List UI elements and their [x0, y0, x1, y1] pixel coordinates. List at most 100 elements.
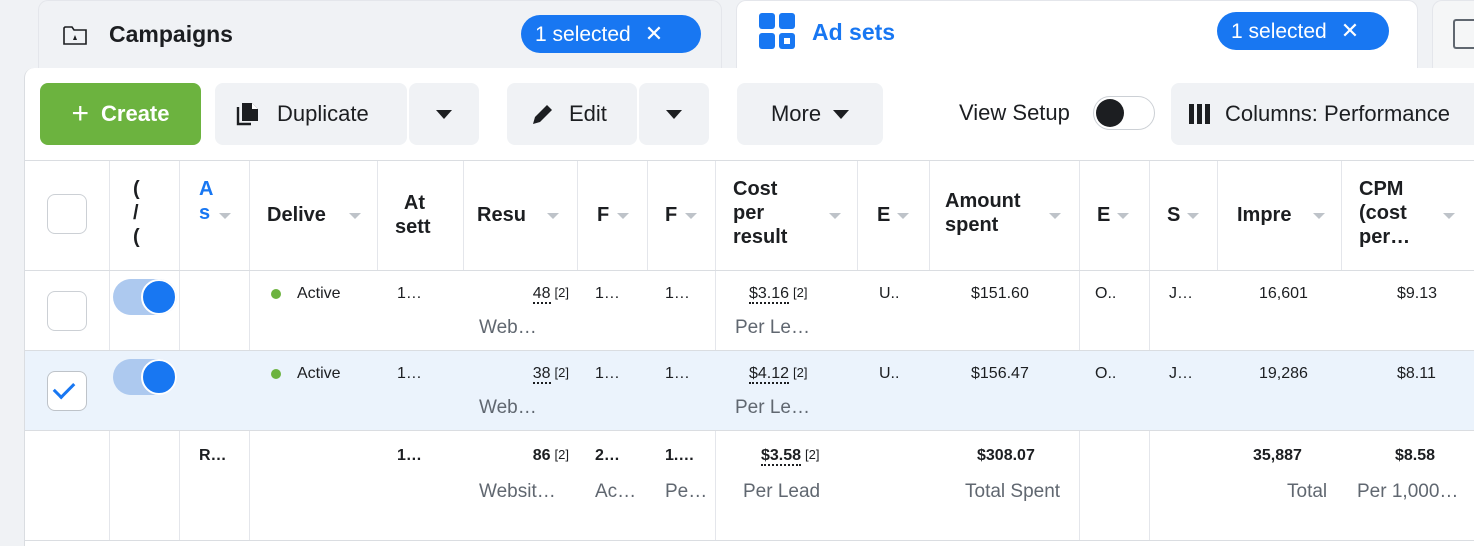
totals-frequency: 1.… — [665, 447, 695, 464]
duplicate-button[interactable]: Duplicate — [215, 83, 407, 145]
edit-dropdown-button[interactable] — [639, 83, 709, 145]
pencil-icon — [533, 105, 552, 124]
delivery-status: Active — [271, 285, 341, 303]
attribution-value: 1… — [397, 285, 422, 302]
totals-attribution: 1… — [397, 447, 422, 464]
header-amount-spent[interactable]: Amount spent — [945, 189, 1021, 237]
totals-results-type: Websit… — [479, 481, 556, 502]
active-dot-icon — [271, 368, 281, 379]
ad-sets-selected-pill[interactable]: 1 selected ✕ — [1217, 12, 1389, 50]
sort-icon — [1313, 213, 1325, 219]
totals-amount-spent: $308.07 — [977, 447, 1035, 464]
totals-reach-type: Ac… — [595, 481, 637, 502]
delivery-label: Active — [297, 285, 341, 302]
cost-per-result-value[interactable]: $4.12 [2] — [749, 365, 808, 384]
create-label: Create — [101, 101, 170, 126]
header-schedule[interactable]: S — [1167, 203, 1180, 227]
duplicate-dropdown-button[interactable] — [409, 83, 479, 145]
results-value[interactable]: 48 [2] — [499, 285, 569, 304]
totals-row: R… 1… 86 [2] Websit… 2… Ac… 1.… Pe… $3.58… — [25, 431, 1474, 541]
schedule-value: J… — [1169, 365, 1193, 382]
results-type: Web… — [479, 317, 537, 338]
totals-results: 86 [2] — [532, 447, 569, 464]
header-impressions[interactable]: Impre — [1237, 203, 1291, 227]
tab-ad-sets-label: Ad sets — [812, 19, 896, 45]
duplicate-icon — [236, 103, 258, 126]
row-checkbox[interactable] — [47, 371, 87, 411]
tab-ad-sets[interactable]: Ad sets 1 selected ✕ — [736, 0, 1418, 70]
results-value[interactable]: 38 [2] — [499, 365, 569, 384]
folder-icon — [63, 26, 87, 45]
columns-label: Columns: Performance — [1225, 101, 1450, 126]
more-button[interactable]: More — [737, 83, 883, 145]
columns-button[interactable]: Columns: Performance — [1171, 83, 1474, 145]
reach-value: 1… — [595, 285, 620, 302]
toolbar: + Create Duplicate Edit More View Setup — [25, 68, 1474, 160]
sort-icon — [547, 213, 559, 219]
check-icon — [52, 376, 76, 400]
header-cpm[interactable]: CPM (cost per… — [1359, 177, 1410, 249]
close-icon[interactable]: ✕ — [645, 21, 663, 46]
edit-button[interactable]: Edit — [507, 83, 637, 145]
totals-amount-type: Total Spent — [965, 481, 1061, 502]
totals-frequency-type: Pe… — [665, 481, 708, 502]
frequency-value: 1… — [665, 365, 690, 382]
toggle-knob — [141, 359, 177, 395]
campaigns-selected-pill[interactable]: 1 selected ✕ — [521, 15, 701, 53]
close-icon[interactable]: ✕ — [1341, 18, 1359, 43]
header-reach[interactable]: F — [597, 203, 609, 227]
totals-cpm: $8.58 — [1395, 447, 1436, 464]
table-row[interactable]: Active 1… 38 [2] Web… 1… 1… $4.12 [2] Per … — [25, 351, 1474, 431]
toggle-knob — [141, 279, 177, 315]
header-results[interactable]: Resu — [477, 203, 526, 227]
plus-icon: + — [71, 97, 90, 130]
sort-icon — [1049, 213, 1061, 219]
ad-set-toggle[interactable] — [113, 279, 177, 315]
chevron-down-icon — [833, 109, 850, 119]
toggle-knob — [1096, 99, 1124, 127]
table-row[interactable]: Active 1… 48 [2] Web… 1… 1… $3.16 [2] Per … — [25, 271, 1474, 351]
cpm-value: $8.11 — [1397, 365, 1436, 382]
duplicate-label: Duplicate — [277, 101, 369, 126]
header-frequency[interactable]: F — [665, 203, 677, 227]
chevron-down-icon — [666, 109, 682, 119]
table-header: (/( As Delive At sett Resu F F Cost per res… — [25, 161, 1474, 271]
ad-sets-selected-count: 1 selected — [1231, 20, 1327, 43]
totals-reach: 2… — [595, 447, 620, 464]
columns-icon — [1189, 104, 1211, 124]
sort-icon — [617, 213, 629, 219]
header-attribution[interactable]: At sett — [395, 191, 431, 239]
ends-value: O.. — [1095, 365, 1117, 382]
create-button[interactable]: + Create — [40, 83, 201, 145]
results-type: Web… — [479, 397, 537, 418]
chevron-down-icon — [436, 109, 452, 119]
totals-impressions: 35,887 — [1253, 447, 1302, 464]
amount-spent-value: $151.60 — [971, 285, 1029, 302]
sort-icon — [829, 213, 841, 219]
ad-sets-panel: + Create Duplicate Edit More View Setup — [24, 68, 1474, 546]
row-checkbox[interactable] — [47, 291, 87, 331]
tab-campaigns[interactable]: Campaigns 1 selected ✕ — [38, 0, 722, 70]
header-ends[interactable]: E — [1097, 203, 1110, 227]
sort-icon — [1443, 213, 1455, 219]
more-label: More — [770, 101, 822, 126]
totals-cost-type: Per Lead — [743, 481, 821, 502]
totals-cost-per-result[interactable]: $3.58 [2] — [761, 447, 820, 466]
ad-set-toggle[interactable] — [113, 359, 177, 395]
header-delivery[interactable]: Delive — [267, 203, 326, 227]
totals-cpm-type: Per 1,000… — [1357, 481, 1459, 502]
active-dot-icon — [271, 288, 281, 299]
header-cost-per-result[interactable]: Cost per result — [733, 177, 787, 249]
schedule-value: J… — [1169, 285, 1193, 302]
cost-per-result-value[interactable]: $3.16 [2] — [749, 285, 808, 304]
tab-ads[interactable] — [1432, 0, 1474, 70]
header-name[interactable]: As — [199, 177, 213, 225]
sort-icon — [219, 213, 231, 219]
select-all-checkbox[interactable] — [47, 194, 87, 234]
attribution-value: 1… — [397, 365, 422, 382]
impressions-value: 16,601 — [1259, 285, 1308, 302]
sort-icon — [1187, 213, 1199, 219]
header-off-on[interactable]: (/( — [133, 177, 140, 249]
view-setup-toggle[interactable] — [1093, 96, 1155, 130]
header-budget[interactable]: E — [877, 203, 890, 227]
